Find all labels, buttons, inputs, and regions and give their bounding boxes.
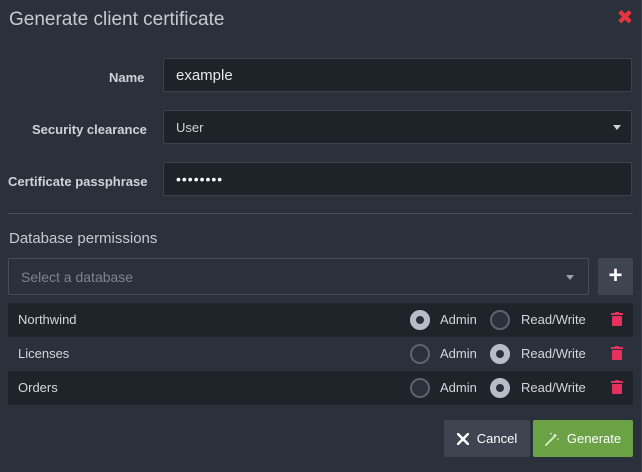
generate-label: Generate: [566, 431, 622, 446]
radio-readwrite-label: Read/Write: [521, 312, 586, 327]
database-select-placeholder: Select a database: [21, 268, 134, 285]
chevron-down-icon: [566, 275, 574, 280]
database-permissions-title: Database permissions: [9, 230, 158, 247]
magic-wand-icon: [544, 432, 559, 446]
radio-admin-label: Admin: [440, 346, 477, 361]
cancel-label: Cancel: [476, 431, 518, 446]
permissions-table: Northwind Admin Read/Write Licenses Admi…: [8, 303, 633, 405]
add-database-button[interactable]: +: [598, 258, 633, 295]
close-icon[interactable]: ✖: [615, 8, 635, 28]
radio-admin[interactable]: [410, 310, 430, 330]
radio-admin-label: Admin: [440, 312, 477, 327]
name-value: example: [176, 66, 233, 84]
radio-readwrite-label: Read/Write: [521, 346, 586, 361]
radio-readwrite[interactable]: [490, 378, 510, 398]
table-row: Licenses Admin Read/Write: [8, 337, 633, 371]
trash-icon[interactable]: [611, 346, 623, 360]
security-clearance-value: User: [176, 119, 204, 135]
security-clearance-select[interactable]: User: [163, 110, 632, 144]
database-select[interactable]: Select a database: [8, 258, 589, 295]
database-name: Orders: [18, 380, 58, 395]
dialog-title: Generate client certificate: [9, 9, 225, 30]
security-clearance-label: Security clearance: [32, 122, 147, 137]
passphrase-input[interactable]: ••••••••: [163, 162, 632, 196]
generate-certificate-dialog: Generate client certificate ✖ Name examp…: [0, 0, 642, 472]
radio-readwrite[interactable]: [490, 344, 510, 364]
radio-admin[interactable]: [410, 378, 430, 398]
database-name: Licenses: [18, 346, 70, 361]
generate-button[interactable]: Generate: [533, 420, 633, 457]
database-name: Northwind: [18, 312, 77, 327]
table-row: Northwind Admin Read/Write: [8, 303, 633, 337]
chevron-down-icon: [613, 125, 621, 130]
radio-readwrite-label: Read/Write: [521, 380, 586, 395]
close-icon: [456, 432, 469, 445]
trash-icon[interactable]: [611, 380, 623, 394]
passphrase-value: ••••••••: [176, 171, 224, 187]
name-input[interactable]: example: [163, 58, 632, 92]
radio-admin-label: Admin: [440, 380, 477, 395]
table-row: Orders Admin Read/Write: [8, 371, 633, 405]
plus-icon: +: [608, 262, 623, 289]
name-label: Name: [109, 70, 145, 85]
passphrase-label: Certificate passphrase: [8, 174, 148, 189]
trash-icon[interactable]: [611, 312, 623, 326]
divider: [8, 213, 633, 214]
radio-admin[interactable]: [410, 344, 430, 364]
radio-readwrite[interactable]: [490, 310, 510, 330]
cancel-button[interactable]: Cancel: [444, 420, 530, 457]
